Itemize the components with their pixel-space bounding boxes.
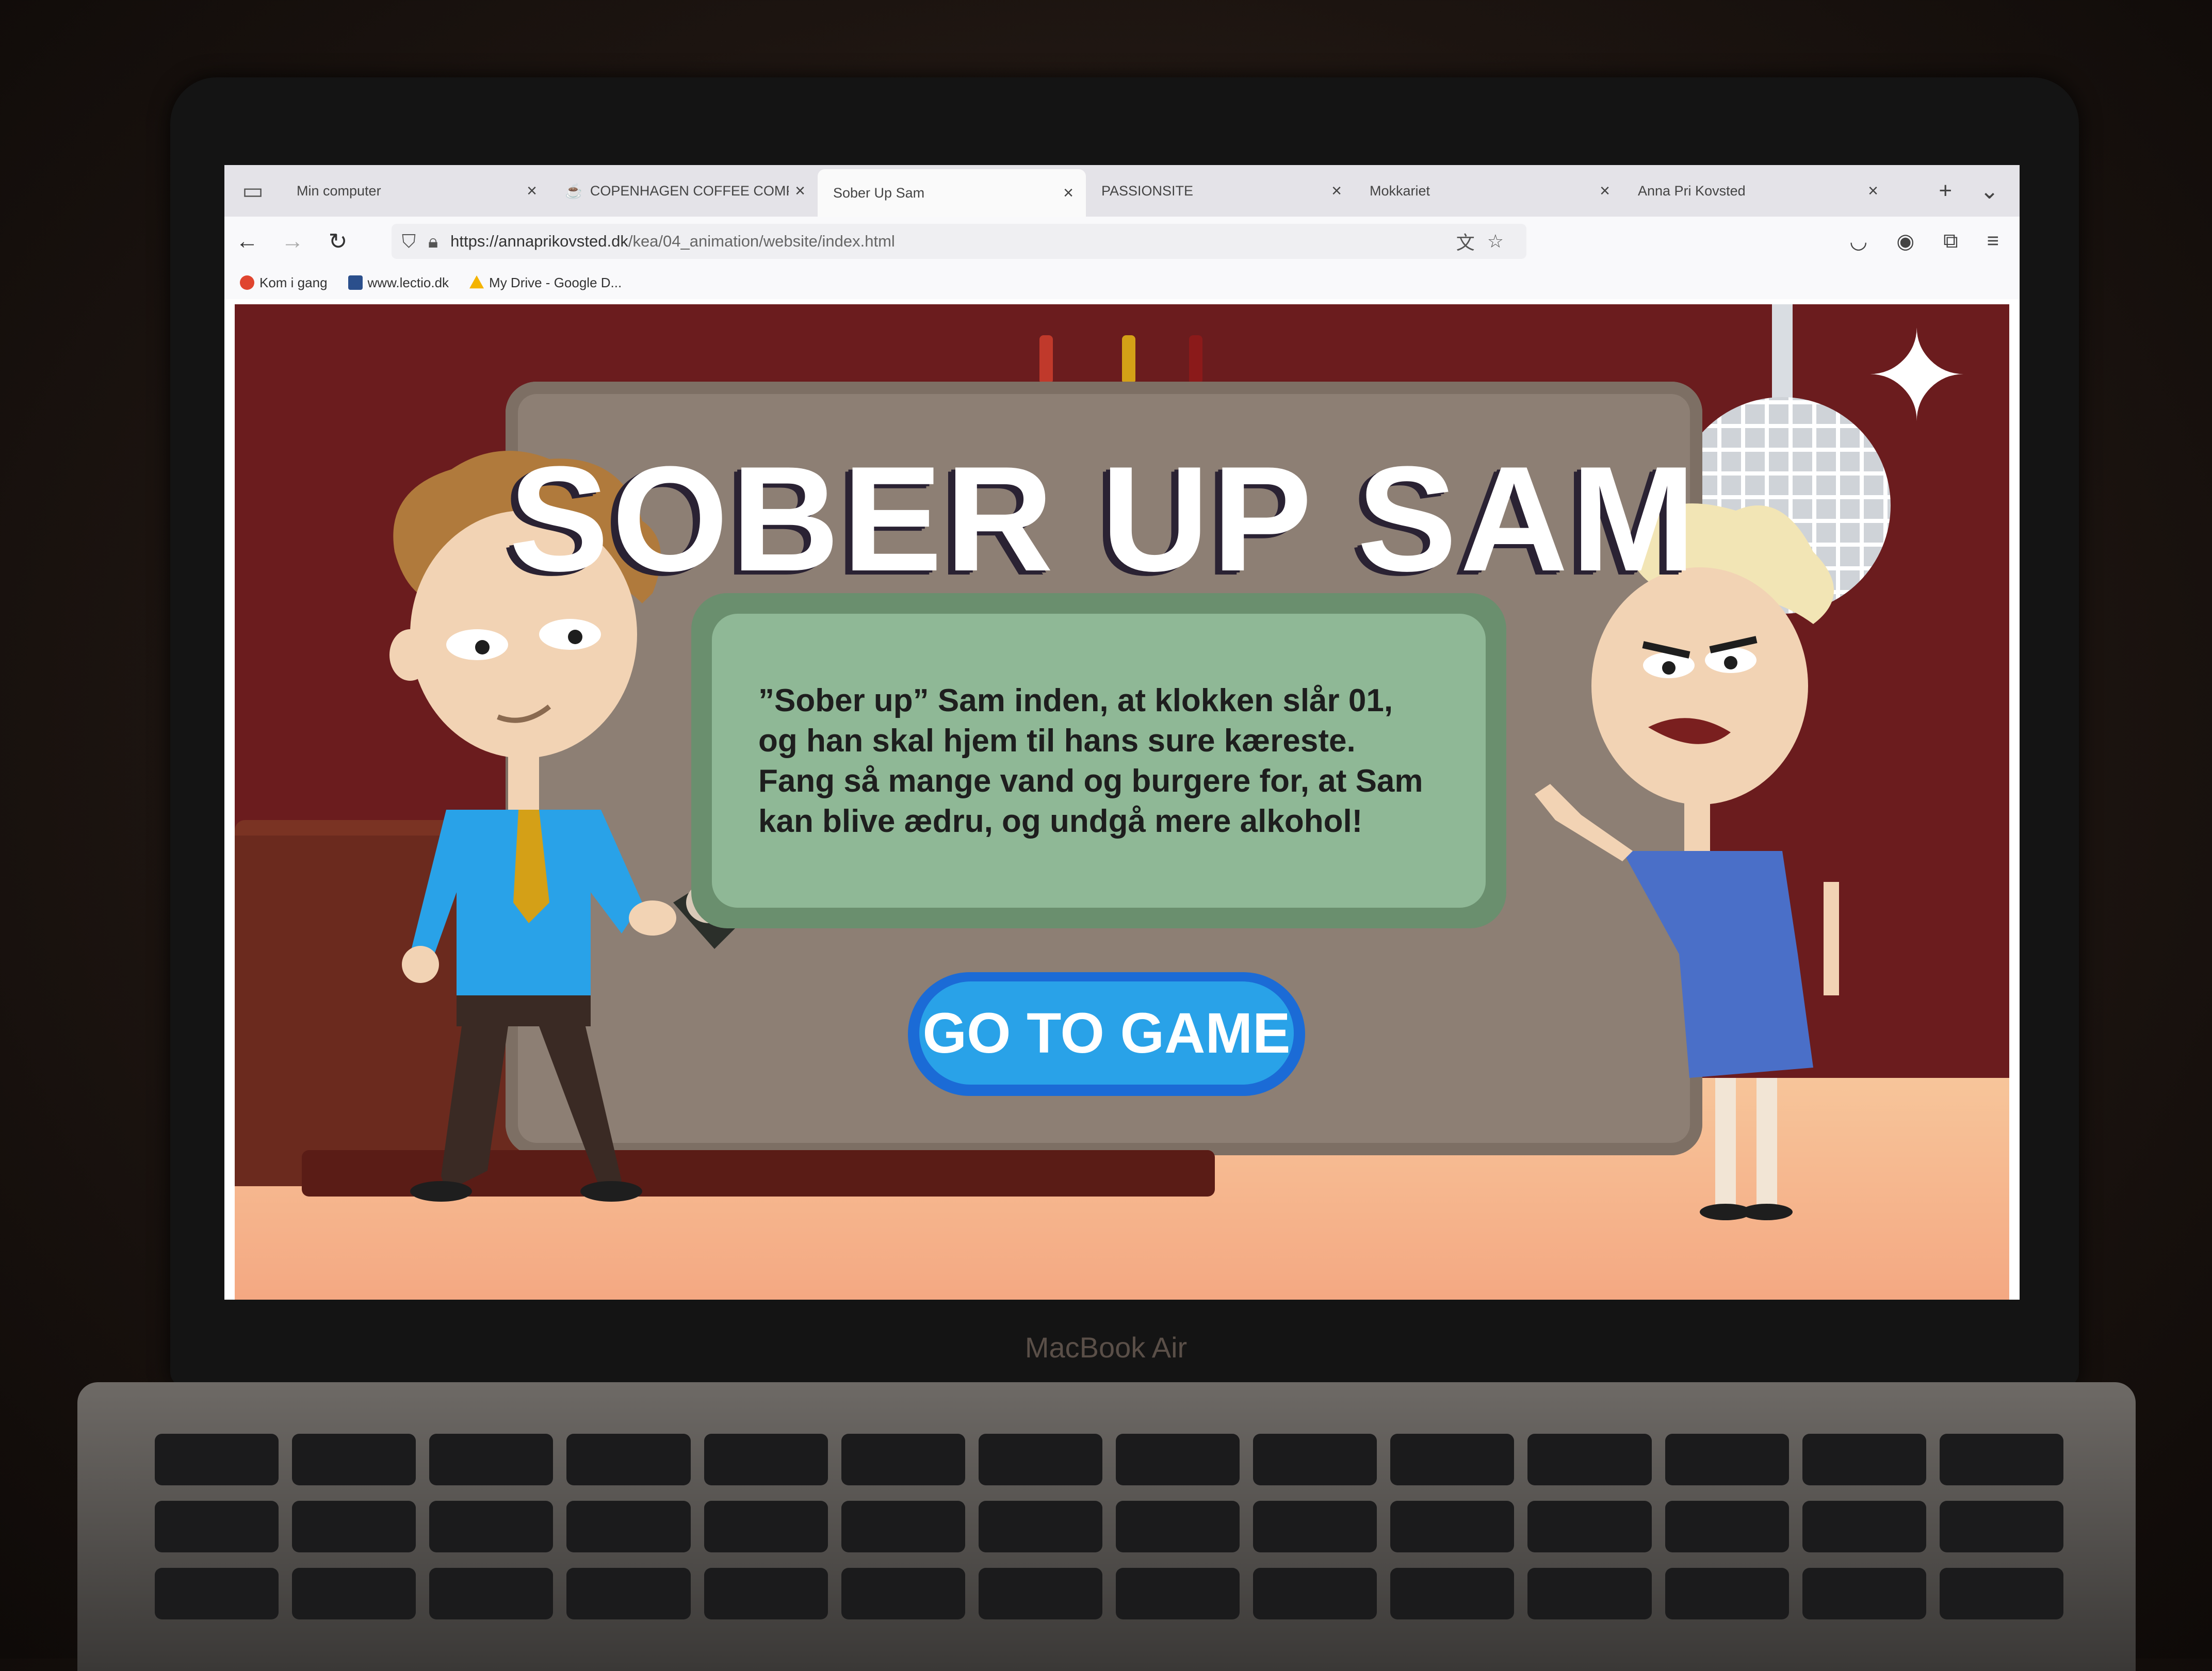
shield-icon[interactable]: ⛉ [402,231,416,253]
go-to-game-button[interactable]: GO TO GAME [908,972,1305,1096]
drive-icon [469,275,484,289]
bookmark-label: Kom i gang [259,274,328,290]
tab-label: PASSIONSITE [1101,183,1194,199]
game-scene: ✦ SOBER UP SAM ”Sober up” Sam inden, at … [235,304,2009,1300]
description-panel: ”Sober up” Sam inden, at klokken slår 01… [691,593,1506,928]
sidebar-icon[interactable]: ▭ [224,165,281,217]
game-description: ”Sober up” Sam inden, at klokken slår 01… [758,683,1423,839]
new-tab-icon[interactable]: + [1939,178,1952,204]
toolbar-actions: ◡ ◉ ⧉ ≡ [1849,230,2020,253]
bottle-icon [1122,335,1135,382]
go-to-game-label: GO TO GAME [919,981,1294,1085]
bookmark-label: My Drive - Google D... [489,274,622,290]
star-icon[interactable]: ☆ [1487,231,1504,252]
tab-label: Sober Up Sam [833,185,925,201]
lectio-icon [348,275,363,290]
tab-passionsite[interactable]: PASSIONSITE × [1086,165,1354,217]
extensions-icon[interactable]: ⧉ [1943,230,1958,253]
firefox-icon [240,275,254,290]
tab-min-computer[interactable]: Min computer × [281,165,549,217]
close-icon[interactable]: × [1600,181,1610,201]
tab-copenhagen-coffee[interactable]: ☕ COPENHAGEN COFFEE COMPANY × [549,165,818,217]
tab-label: Min computer [297,183,381,199]
url-bar[interactable]: ⛉ 🔒︎ https://annaprikovsted.dk/kea/04_an… [392,224,1526,259]
bookmarks-bar: Kom i gang www.lectio.dk My Drive - Goog… [224,266,2020,299]
bottle-icon [1039,335,1053,382]
url-path: /kea/04_animation/website/index.html [628,232,895,250]
tab-label: Anna Pri Kovsted [1638,183,1746,199]
screen: ▭ Min computer × ☕ COPENHAGEN COFFEE COM… [224,165,2020,1300]
url-text: https://annaprikovsted.dk/kea/04_animati… [450,232,1456,251]
tab-anna-pri-kovsted[interactable]: Anna Pri Kovsted × [1622,165,1891,217]
description-panel-inner: ”Sober up” Sam inden, at klokken slår 01… [712,614,1486,908]
game-title: SOBER UP SAM [509,435,1699,602]
site-icon: ☕ [565,183,583,199]
sparkle-icon: ✦ [1865,307,1969,446]
lock-icon[interactable]: 🔒︎ [428,231,438,253]
url-host: https://annaprikovsted.dk [450,232,628,250]
tab-mokkariet[interactable]: Mokkariet × [1354,165,1622,217]
tab-label: COPENHAGEN COFFEE COMPANY [590,183,789,199]
bookmark-label: www.lectio.dk [367,274,449,290]
pocket-icon[interactable]: ◡ [1849,230,1867,253]
disco-ball-string [1772,304,1793,402]
tab-list-icon[interactable]: ⌄ [1980,178,1999,204]
close-icon[interactable]: × [1063,183,1074,203]
device-brand-label: MacBook Air [1024,1331,1188,1364]
bookmark-lectio[interactable]: www.lectio.dk [348,275,449,291]
reload-icon[interactable]: ↻ [315,228,361,255]
tab-sober-up-sam[interactable]: Sober Up Sam × [818,169,1086,217]
menu-icon[interactable]: ≡ [1987,230,1999,253]
tabbar-actions: + ⌄ [1891,165,2020,217]
close-icon[interactable]: × [1331,181,1342,201]
translate-icon[interactable]: 文 [1456,228,1475,255]
tab-bar: ▭ Min computer × ☕ COPENHAGEN COFFEE COM… [224,165,2020,217]
keyboard [155,1434,2063,1635]
nav-bar: ← → ↻ ⛉ 🔒︎ https://annaprikovsted.dk/kea… [224,217,2020,266]
bookmark-google-drive[interactable]: My Drive - Google D... [469,275,622,291]
bookmark-kom-i-gang[interactable]: Kom i gang [240,275,328,291]
close-icon[interactable]: × [527,181,537,201]
back-icon[interactable]: ← [224,228,270,254]
forward-icon[interactable]: → [270,228,315,254]
bottle-icon [1189,335,1202,382]
close-icon[interactable]: × [1868,181,1878,201]
tab-label: Mokkariet [1370,183,1430,199]
close-icon[interactable]: × [795,181,805,201]
account-icon[interactable]: ◉ [1896,230,1914,253]
